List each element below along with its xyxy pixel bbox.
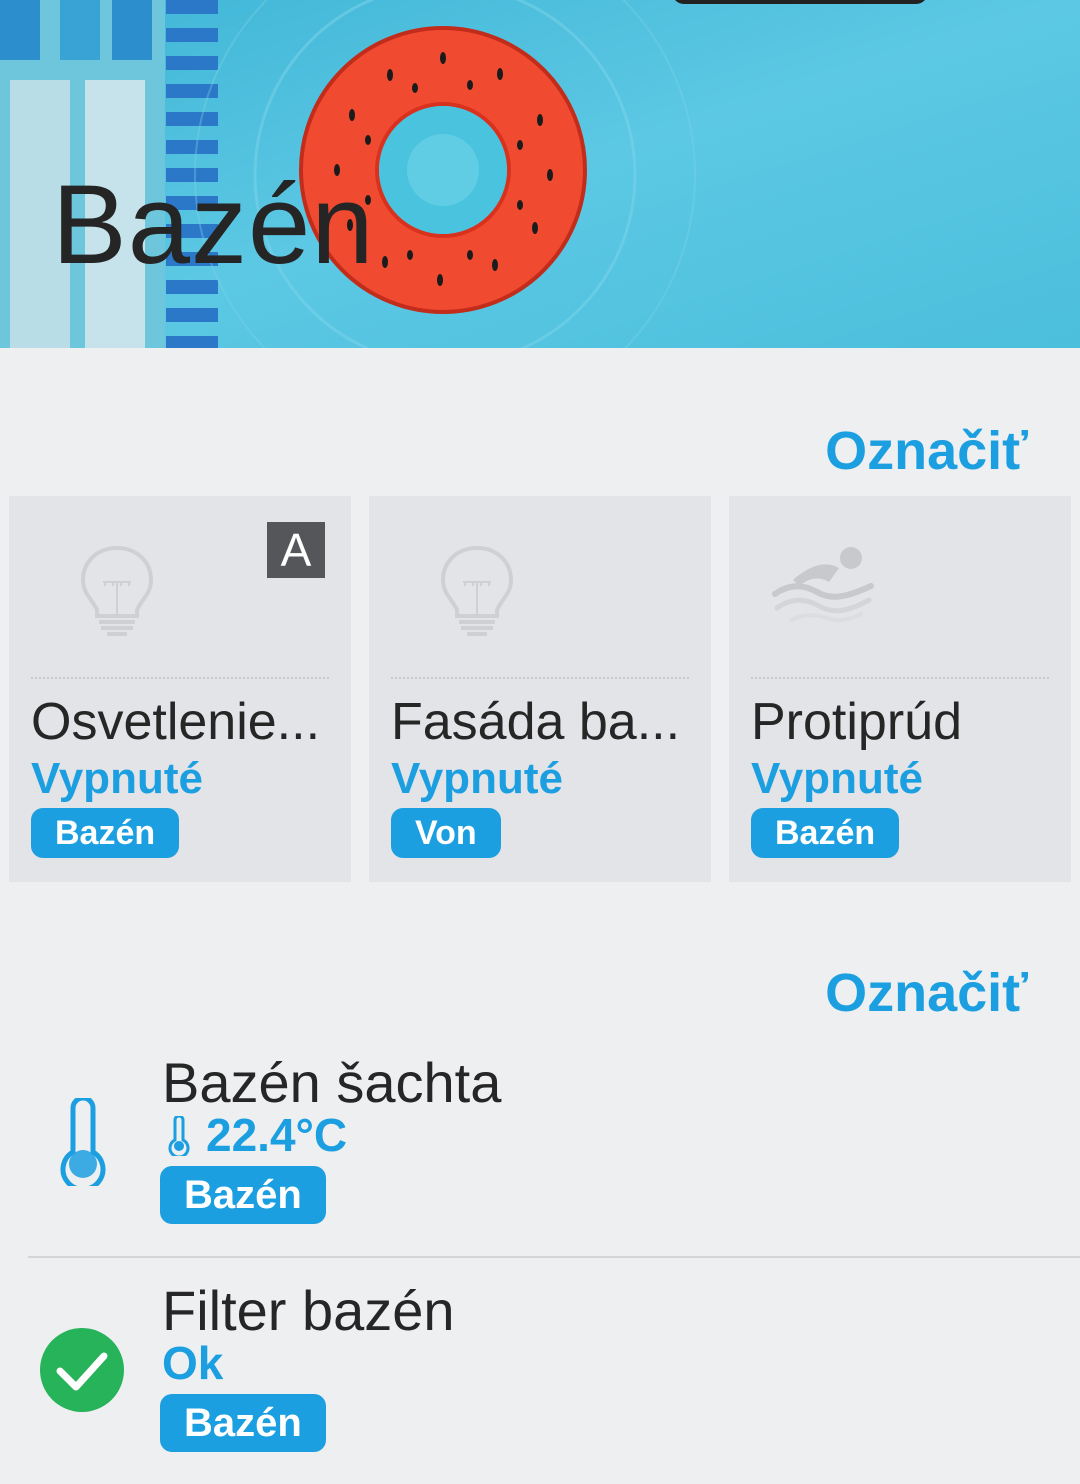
small-thermometer-icon — [168, 1116, 190, 1156]
card-divider — [31, 677, 329, 679]
room-badge: Bazén — [160, 1394, 326, 1452]
device-state: Vypnuté — [391, 754, 563, 803]
sensor-value: 22.4°C — [206, 1109, 348, 1161]
device-card-facade[interactable]: Fasáda ba... Vypnuté Von — [369, 496, 711, 882]
device-name: Fasáda ba... — [391, 693, 681, 751]
swimmer-icon — [772, 547, 874, 623]
select-sensors-button[interactable]: Označiť — [825, 962, 1028, 1024]
check-circle-icon — [40, 1328, 124, 1412]
card-divider — [751, 677, 1049, 679]
device-name: Osvetlenie... — [31, 693, 321, 751]
device-name: Protiprúd — [751, 693, 962, 751]
device-state: Vypnuté — [31, 754, 203, 803]
room-badge: Bazén — [751, 808, 900, 858]
sensor-value: Ok — [162, 1337, 224, 1389]
header-image: Bazén — [0, 0, 1080, 348]
card-divider — [391, 677, 689, 679]
device-card-lighting[interactable]: A Osvetlenie... Vypnuté Bazén — [9, 496, 351, 882]
page-title: Bazén — [52, 162, 375, 287]
sensor-name: Bazén šachta — [162, 1051, 502, 1114]
sensor-row-pool-shaft[interactable]: Bazén šachta 22.4°C Bazén — [0, 1050, 1080, 1240]
sensor-row-pool-filter[interactable]: Filter bazén Ok Bazén — [0, 1278, 1080, 1468]
automation-badge: A — [267, 522, 325, 578]
room-badge: Bazén — [160, 1166, 326, 1224]
list-separator — [28, 1256, 1080, 1258]
light-bulb-icon — [440, 545, 514, 636]
thermometer-icon — [60, 1098, 106, 1186]
device-state: Vypnuté — [751, 754, 923, 803]
select-devices-button[interactable]: Označiť — [825, 420, 1028, 482]
light-bulb-icon — [80, 545, 154, 636]
device-card-counterflow[interactable]: Protiprúd Vypnuté Bazén — [729, 496, 1071, 882]
room-badge: Von — [391, 808, 501, 858]
room-badge: Bazén — [31, 808, 180, 858]
sensor-name: Filter bazén — [162, 1279, 455, 1342]
